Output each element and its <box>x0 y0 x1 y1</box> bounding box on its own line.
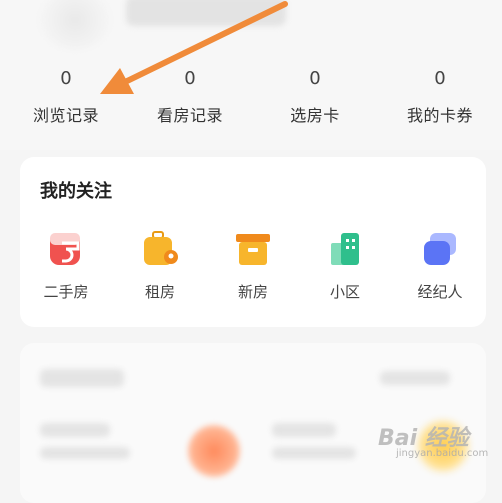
community-icon <box>325 229 365 269</box>
stat-value: 0 <box>309 68 321 89</box>
blurred-icon <box>188 425 240 477</box>
second-hand-house-icon <box>46 229 86 269</box>
card-title: 我的关注 <box>40 181 112 202</box>
stat-value: 0 <box>60 68 72 89</box>
follow-label: 租房 <box>144 283 175 301</box>
stat-my-coupons[interactable]: 0 我的卡券 <box>380 64 500 126</box>
blurred-text <box>40 423 110 437</box>
stat-label: 选房卡 <box>290 106 340 125</box>
blurred-link <box>380 371 450 385</box>
follow-item-community[interactable]: 小区 <box>305 229 385 302</box>
follow-label: 经纪人 <box>417 283 463 301</box>
new-house-icon <box>233 229 273 269</box>
follow-item-new-house[interactable]: 新房 <box>213 229 293 302</box>
follow-item-rent[interactable]: 租房 <box>120 229 200 302</box>
stat-viewing-history[interactable]: 0 看房记录 <box>130 64 250 126</box>
avatar[interactable] <box>40 0 110 50</box>
follow-item-second-hand[interactable]: 二手房 <box>26 229 106 302</box>
stat-browse-history[interactable]: 0 浏览记录 <box>6 64 126 126</box>
follow-item-agent[interactable]: 经纪人 <box>400 229 480 302</box>
blurred-title <box>40 369 124 387</box>
stat-value: 0 <box>184 68 196 89</box>
rent-icon <box>140 229 180 269</box>
follow-label: 小区 <box>329 283 360 301</box>
stats-row: 0 浏览记录 0 看房记录 0 选房卡 0 我的卡券 <box>0 64 502 134</box>
agent-icon <box>420 229 460 269</box>
follow-label: 新房 <box>237 283 268 301</box>
blurred-text <box>272 423 336 437</box>
my-follows-card: 我的关注 二手房 租房 新房 小区 经纪人 <box>20 157 486 327</box>
watermark-url: jingyan.baidu.com <box>396 448 489 459</box>
stat-label: 看房记录 <box>156 106 223 125</box>
stat-house-selection-card[interactable]: 0 选房卡 <box>255 64 375 126</box>
stat-value: 0 <box>434 68 446 89</box>
user-name-blurred <box>126 0 286 26</box>
stat-label: 我的卡券 <box>406 106 473 125</box>
stat-label: 浏览记录 <box>32 106 99 125</box>
follow-label: 二手房 <box>43 283 89 301</box>
blurred-text <box>272 447 356 459</box>
blurred-text <box>40 447 130 459</box>
